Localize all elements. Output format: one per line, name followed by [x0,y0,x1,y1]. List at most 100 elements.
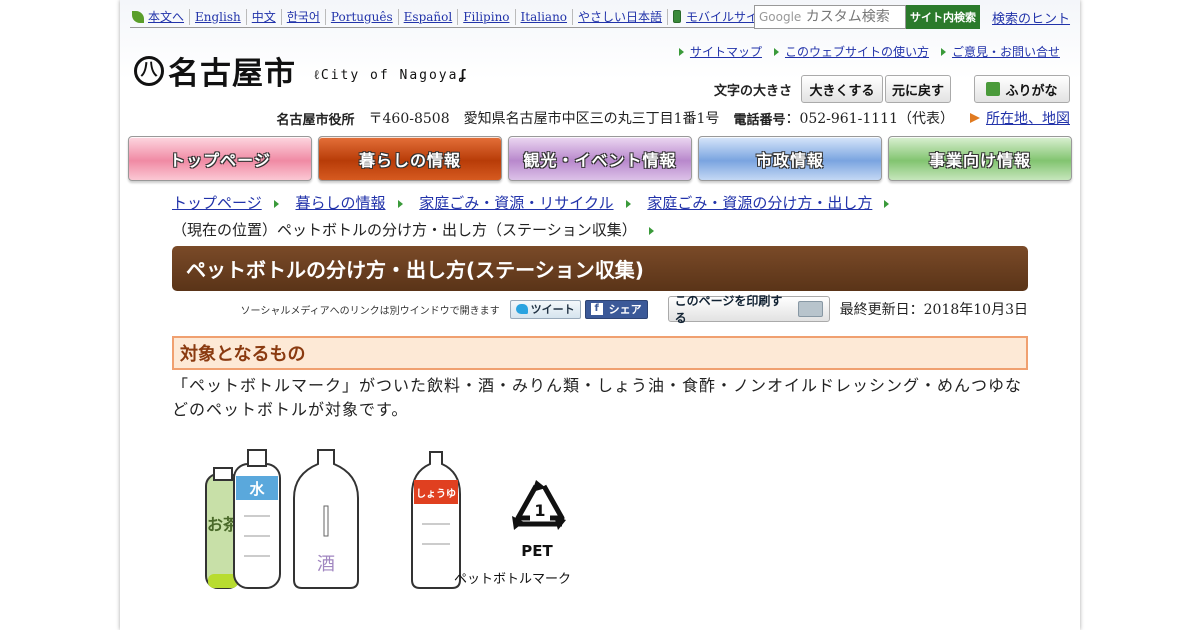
print-label: このページを印刷する [674,294,783,325]
text-size-label: 文字の大きさ [714,83,793,99]
arrow-icon [273,199,279,208]
lang-portuguese[interactable]: Português [324,8,398,25]
furigana-label: ふりがな [1005,83,1058,99]
nav-business[interactable]: 事業向け情報 [888,136,1072,181]
lang-link[interactable]: やさしい日本語 [578,9,662,25]
nav-label: 市政情報 [755,150,824,170]
pet-recycling-mark: 1 PET [512,480,566,560]
site-logo[interactable]: 八 名古屋市 ℓCity of Nagoyaʆ [134,48,468,93]
arrow-icon [940,47,946,56]
postal-code: 〒460-8508 [368,111,450,127]
lang-link[interactable]: Español [404,9,453,25]
arrow-icon [773,47,779,56]
breadcrumb-link[interactable]: 暮らしの情報 [295,190,385,217]
bottle-label-water: 水 [249,480,265,498]
furigana-icon [986,82,1001,96]
breadcrumb-item[interactable]: 家庭ごみ・資源・リサイクル [419,190,631,217]
breadcrumb-link[interactable]: トップページ [172,190,262,217]
last-updated: 最終更新日：2018年10月3日 [839,302,1028,318]
flag-icon [970,113,980,123]
city-emblem-icon: 八 [134,55,164,86]
mobile-phone-icon [673,10,682,23]
util-sitemap[interactable]: サイトマップ [678,43,762,60]
how-to-use-link[interactable]: このウェブサイトの使い方 [785,43,929,60]
tweet-button[interactable]: ツイート [509,299,581,319]
section-heading: 対象となるもの [172,336,1028,370]
text-size-controls: 文字の大きさ 大きくする 元に戻す [714,75,952,103]
nav-label: 事業向け情報 [928,150,1031,170]
social-bar: ソーシャルメディアへのリンクは別ウインドウで開きます ツイート f シェア このペ… [172,294,1028,325]
lang-spanish[interactable]: Español [397,8,458,25]
language-bar: 本文へ English 中文 한국어 Português Español Fil… [130,6,782,28]
sitemap-link[interactable]: サイトマップ [690,43,762,60]
nav-tourism[interactable]: 観光・イベント情報 [508,136,692,181]
pet-number: 1 [534,501,545,520]
lang-filipino[interactable]: Filipino [457,8,514,25]
furigana-button[interactable]: ふりがな [974,75,1070,103]
search-placeholder: カスタム検索 [805,9,890,25]
search-hint-link[interactable]: 検索のヒント [992,8,1070,27]
breadcrumb: トップページ 暮らしの情報 家庭ごみ・資源・リサイクル 家庭ごみ・資源の分け方・… [172,190,1032,244]
water-bottle: 水 [233,449,281,589]
address-line: 名古屋市役所 〒460-8508 愛知県名古屋市中区三の丸三丁目1番1号 電話番… [277,108,1071,128]
street-address: 愛知県名古屋市中区三の丸三丁目1番1号 [463,111,720,127]
lang-korean[interactable]: 한국어 [280,8,325,25]
lang-link[interactable]: Italiano [521,9,568,25]
nav-top[interactable]: トップページ [128,136,312,181]
soy-sauce-bottle: しょうゆ [411,451,461,589]
breadcrumb-current: （現在の位置）ペットボトルの分け方・出し方（ステーション収集） [172,217,654,244]
lang-skip[interactable]: 本文へ [130,9,189,25]
nav-label: トップページ [169,150,271,170]
breadcrumb-link[interactable]: 家庭ごみ・資源・リサイクル [419,190,613,217]
search-button[interactable]: サイト内検索 [906,5,980,29]
nav-label: 暮らしの情報 [358,150,461,170]
print-button[interactable]: このページを印刷する [667,294,830,325]
leaf-icon [132,10,144,23]
lang-chinese[interactable]: 中文 [245,8,281,25]
current-location: （現在の位置）ペットボトルの分け方・出し方（ステーション収集） [172,221,637,239]
phone-label: 電話番号 [733,112,786,128]
office-name: 名古屋市役所 [276,112,355,128]
skip-to-content-link[interactable]: 本文へ [148,9,184,25]
search-input[interactable]: Google カスタム検索 [754,5,906,29]
arrow-icon [678,47,684,56]
lang-easy-japanese[interactable]: やさしい日本語 [572,8,667,25]
lang-english[interactable]: English [189,8,246,25]
facebook-icon: f [590,303,603,315]
page: 本文へ English 中文 한국어 Português Español Fil… [120,0,1080,630]
nav-municipal[interactable]: 市政情報 [698,136,882,181]
breadcrumb-item[interactable]: 家庭ごみ・資源の分け方・出し方 [647,190,890,217]
lang-link[interactable]: English [195,9,241,25]
share-label: シェア [608,303,642,316]
arrow-icon [648,226,654,235]
util-howto[interactable]: このウェブサイトの使い方 [773,43,929,60]
pet-mark-caption: ペットボトルマーク [454,572,572,587]
facebook-share-button[interactable]: f シェア [584,299,648,319]
utility-links: サイトマップ このウェブサイトの使い方 ご意見・お問い合せ [667,43,1060,60]
twitter-bird-icon [515,304,528,314]
lang-link[interactable]: 中文 [252,9,276,25]
lang-italian[interactable]: Italiano [514,8,573,25]
map-link[interactable]: 所在地、地図 [986,108,1070,128]
lang-link[interactable]: Filipino [463,9,509,25]
printer-icon [797,301,823,317]
nav-living[interactable]: 暮らしの情報 [318,136,502,181]
text-larger-button[interactable]: 大きくする [801,75,884,103]
breadcrumb-item[interactable]: 暮らしの情報 [295,190,403,217]
sake-bottle: 酒 [293,449,359,589]
page-title: ペットボトルの分け方・出し方(ステーション収集) [172,246,1028,291]
contact-link[interactable]: ご意見・お問い合せ [952,43,1060,60]
lang-link[interactable]: Português [331,9,393,25]
breadcrumb-item[interactable]: トップページ [172,190,279,217]
body-text: 「ペットボトルマーク」がついた飲料・酒・みりん類・しょう油・食酢・ノンオイルドレ… [172,376,1023,419]
logo-name: 名古屋市 [168,56,296,92]
bottle-label-soy: しょうゆ [416,488,456,500]
util-contact[interactable]: ご意見・お問い合せ [940,43,1060,60]
pet-text: PET [521,542,553,560]
breadcrumb-link[interactable]: 家庭ごみ・資源の分け方・出し方 [647,190,872,217]
tweet-label: ツイート [530,303,575,316]
logo-english: ℓCity of Nagoyaʆ [314,67,469,83]
text-reset-button[interactable]: 元に戻す [885,75,952,103]
google-label: Google [759,10,802,24]
lang-link[interactable]: 한국어 [287,9,320,25]
